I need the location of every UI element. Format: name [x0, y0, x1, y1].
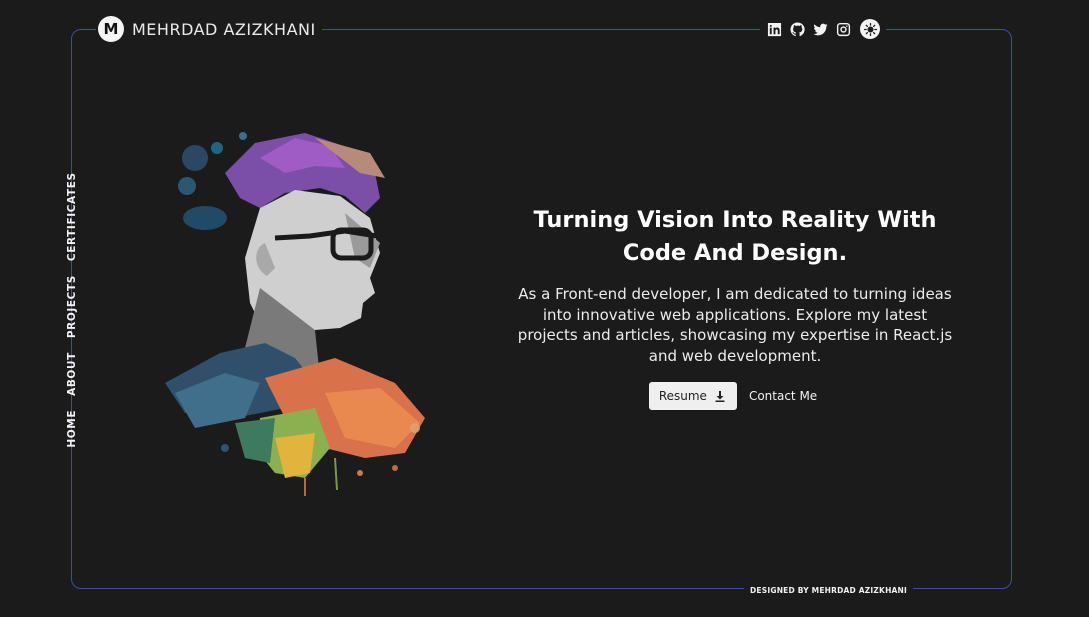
resume-label: Resume	[658, 389, 707, 403]
download-icon	[715, 390, 725, 402]
twitter-icon[interactable]	[812, 21, 829, 38]
social-links	[760, 17, 886, 41]
github-icon[interactable]	[789, 21, 806, 38]
resume-button[interactable]: Resume	[648, 382, 737, 410]
hero-description-line: into innovative web applications. Explor…	[542, 305, 928, 324]
hero-title: Turning Vision Into Reality With Code An…	[500, 204, 970, 270]
profile-portrait	[165, 132, 425, 496]
instagram-icon[interactable]	[835, 21, 852, 38]
nav-item-certificates[interactable]: CERTIFICATES	[66, 172, 78, 261]
brand-name[interactable]: MEHRDAD AZIZKHANI	[132, 20, 316, 39]
nav-item-about[interactable]: ABOUT	[66, 352, 78, 396]
sun-icon[interactable]	[860, 19, 880, 39]
hero-title-line2: Code And Design.	[622, 240, 848, 266]
side-nav: HOME ABOUT PROJECTS CERTIFICATES	[62, 172, 82, 447]
brand[interactable]: M MEHRDAD AZIZKHANI	[96, 14, 322, 44]
hero-description-line: As a Front-end developer, I am dedicated…	[518, 285, 952, 303]
footer-credit: DESIGNED BY MEHRDAD AZIZKHANI	[744, 582, 914, 598]
hero-description-line: projects and articles, showcasing my exp…	[517, 326, 953, 344]
hero-title-line1: Turning Vision Into Reality With	[533, 207, 937, 233]
cta-group: Resume Contact Me	[500, 382, 970, 410]
contact-me-link[interactable]: Contact Me	[745, 389, 821, 403]
nav-item-projects[interactable]: PROJECTS	[66, 275, 78, 338]
linkedin-icon[interactable]	[766, 21, 783, 38]
hero-description: As a Front-end developer, I am dedicated…	[500, 284, 970, 366]
hero-description-line: and web development.	[648, 346, 822, 365]
logo-icon[interactable]: M	[98, 16, 124, 42]
hero-section: Turning Vision Into Reality With Code An…	[500, 204, 970, 410]
nav-item-home[interactable]: HOME	[66, 410, 78, 448]
